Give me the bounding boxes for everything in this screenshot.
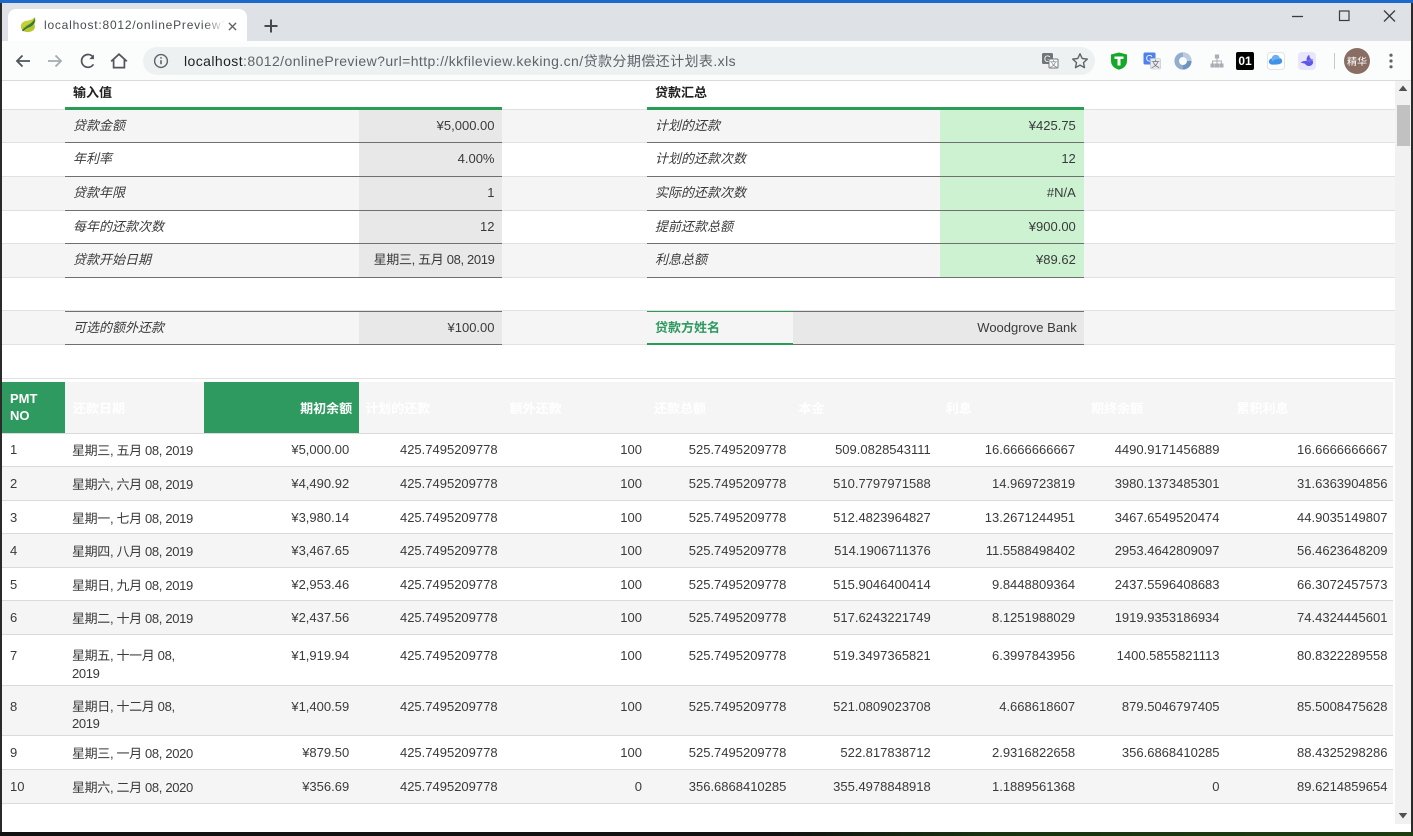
svg-text:文: 文: [1151, 58, 1160, 70]
svg-text:文: 文: [1050, 58, 1058, 69]
